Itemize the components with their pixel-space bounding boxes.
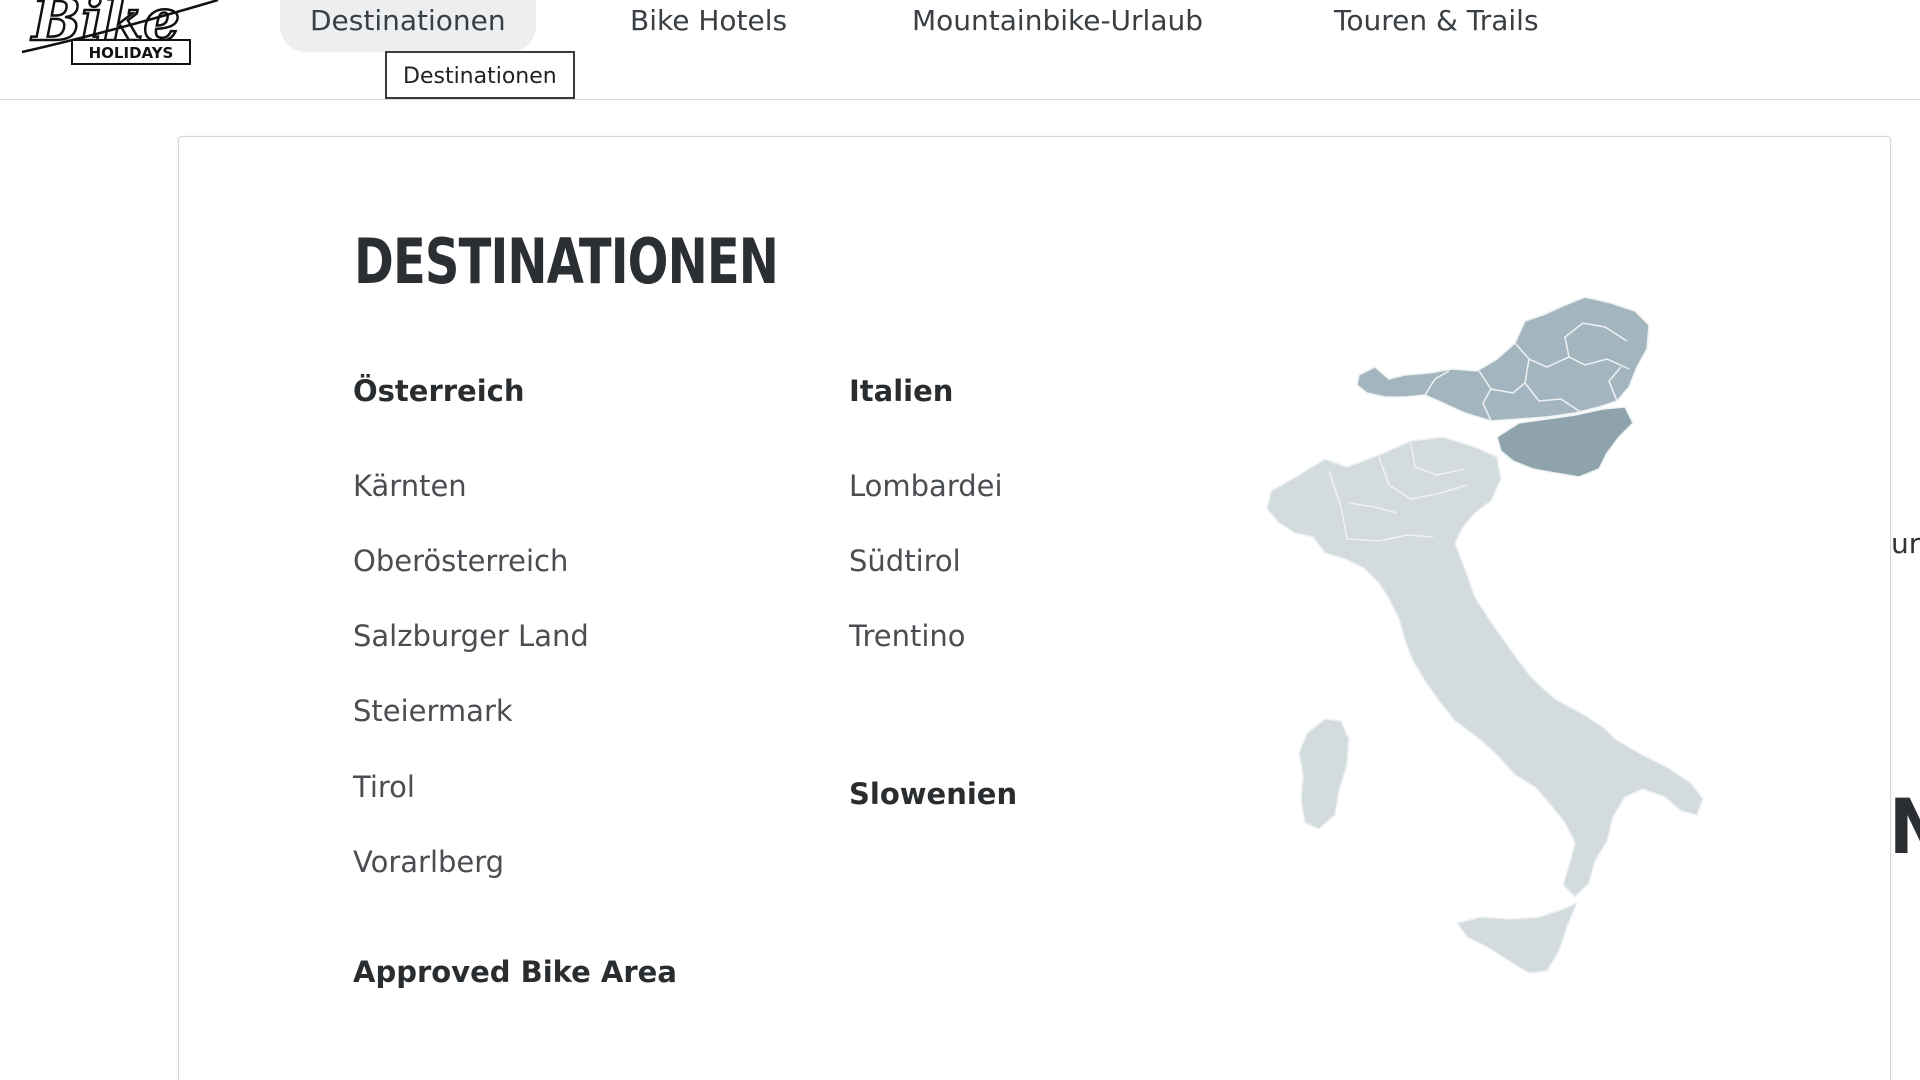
nav-touren-trails[interactable]: Touren & Trails bbox=[1334, 0, 1539, 52]
menu-title: DESTINATIONEN bbox=[354, 225, 779, 298]
heading-italien[interactable]: Italien bbox=[849, 374, 953, 408]
nav-bike-hotels[interactable]: Bike Hotels bbox=[630, 0, 787, 52]
map-graphic bbox=[1266, 297, 1704, 974]
destinations-map bbox=[1229, 297, 1769, 1017]
link-tirol[interactable]: Tirol bbox=[353, 770, 415, 804]
link-kaernten[interactable]: Kärnten bbox=[353, 469, 467, 503]
link-suedtirol[interactable]: Südtirol bbox=[849, 544, 961, 578]
nav-destinationen[interactable]: Destinationen bbox=[280, 0, 536, 52]
link-vorarlberg[interactable]: Vorarlberg bbox=[353, 845, 504, 879]
destinations-mega-menu: DESTINATIONEN Österreich Kärnten Oberöst… bbox=[178, 136, 1891, 1080]
map-region-sardinia[interactable] bbox=[1298, 718, 1350, 830]
link-oberoesterreich[interactable]: Oberösterreich bbox=[353, 544, 568, 578]
link-trentino[interactable]: Trentino bbox=[849, 619, 966, 653]
logo-graphic: Bike HOLIDAYS bbox=[21, 0, 219, 65]
link-salzburger-land[interactable]: Salzburger Land bbox=[353, 619, 589, 653]
map-region-sicily[interactable] bbox=[1455, 901, 1579, 974]
map-region-italy[interactable] bbox=[1266, 436, 1704, 899]
nav-mountainbike-urlaub[interactable]: Mountainbike-Urlaub bbox=[912, 0, 1203, 52]
top-navigation: Bike HOLIDAYS Destinationen Bike Hotels … bbox=[0, 0, 1920, 100]
heading-slowenien[interactable]: Slowenien bbox=[849, 777, 1017, 811]
background-heading-fragment: N bbox=[1889, 782, 1920, 871]
heading-oesterreich[interactable]: Österreich bbox=[353, 374, 525, 408]
link-steiermark[interactable]: Steiermark bbox=[353, 694, 513, 728]
bike-holidays-logo[interactable]: Bike HOLIDAYS bbox=[20, 0, 220, 74]
background-text-fragment: ur bbox=[1891, 527, 1920, 560]
heading-approved-bike-area[interactable]: Approved Bike Area bbox=[353, 955, 677, 989]
nav-tooltip: Destinationen bbox=[385, 51, 575, 99]
link-lombardei[interactable]: Lombardei bbox=[849, 469, 1003, 503]
logo-sub-text: HOLIDAYS bbox=[89, 44, 174, 62]
